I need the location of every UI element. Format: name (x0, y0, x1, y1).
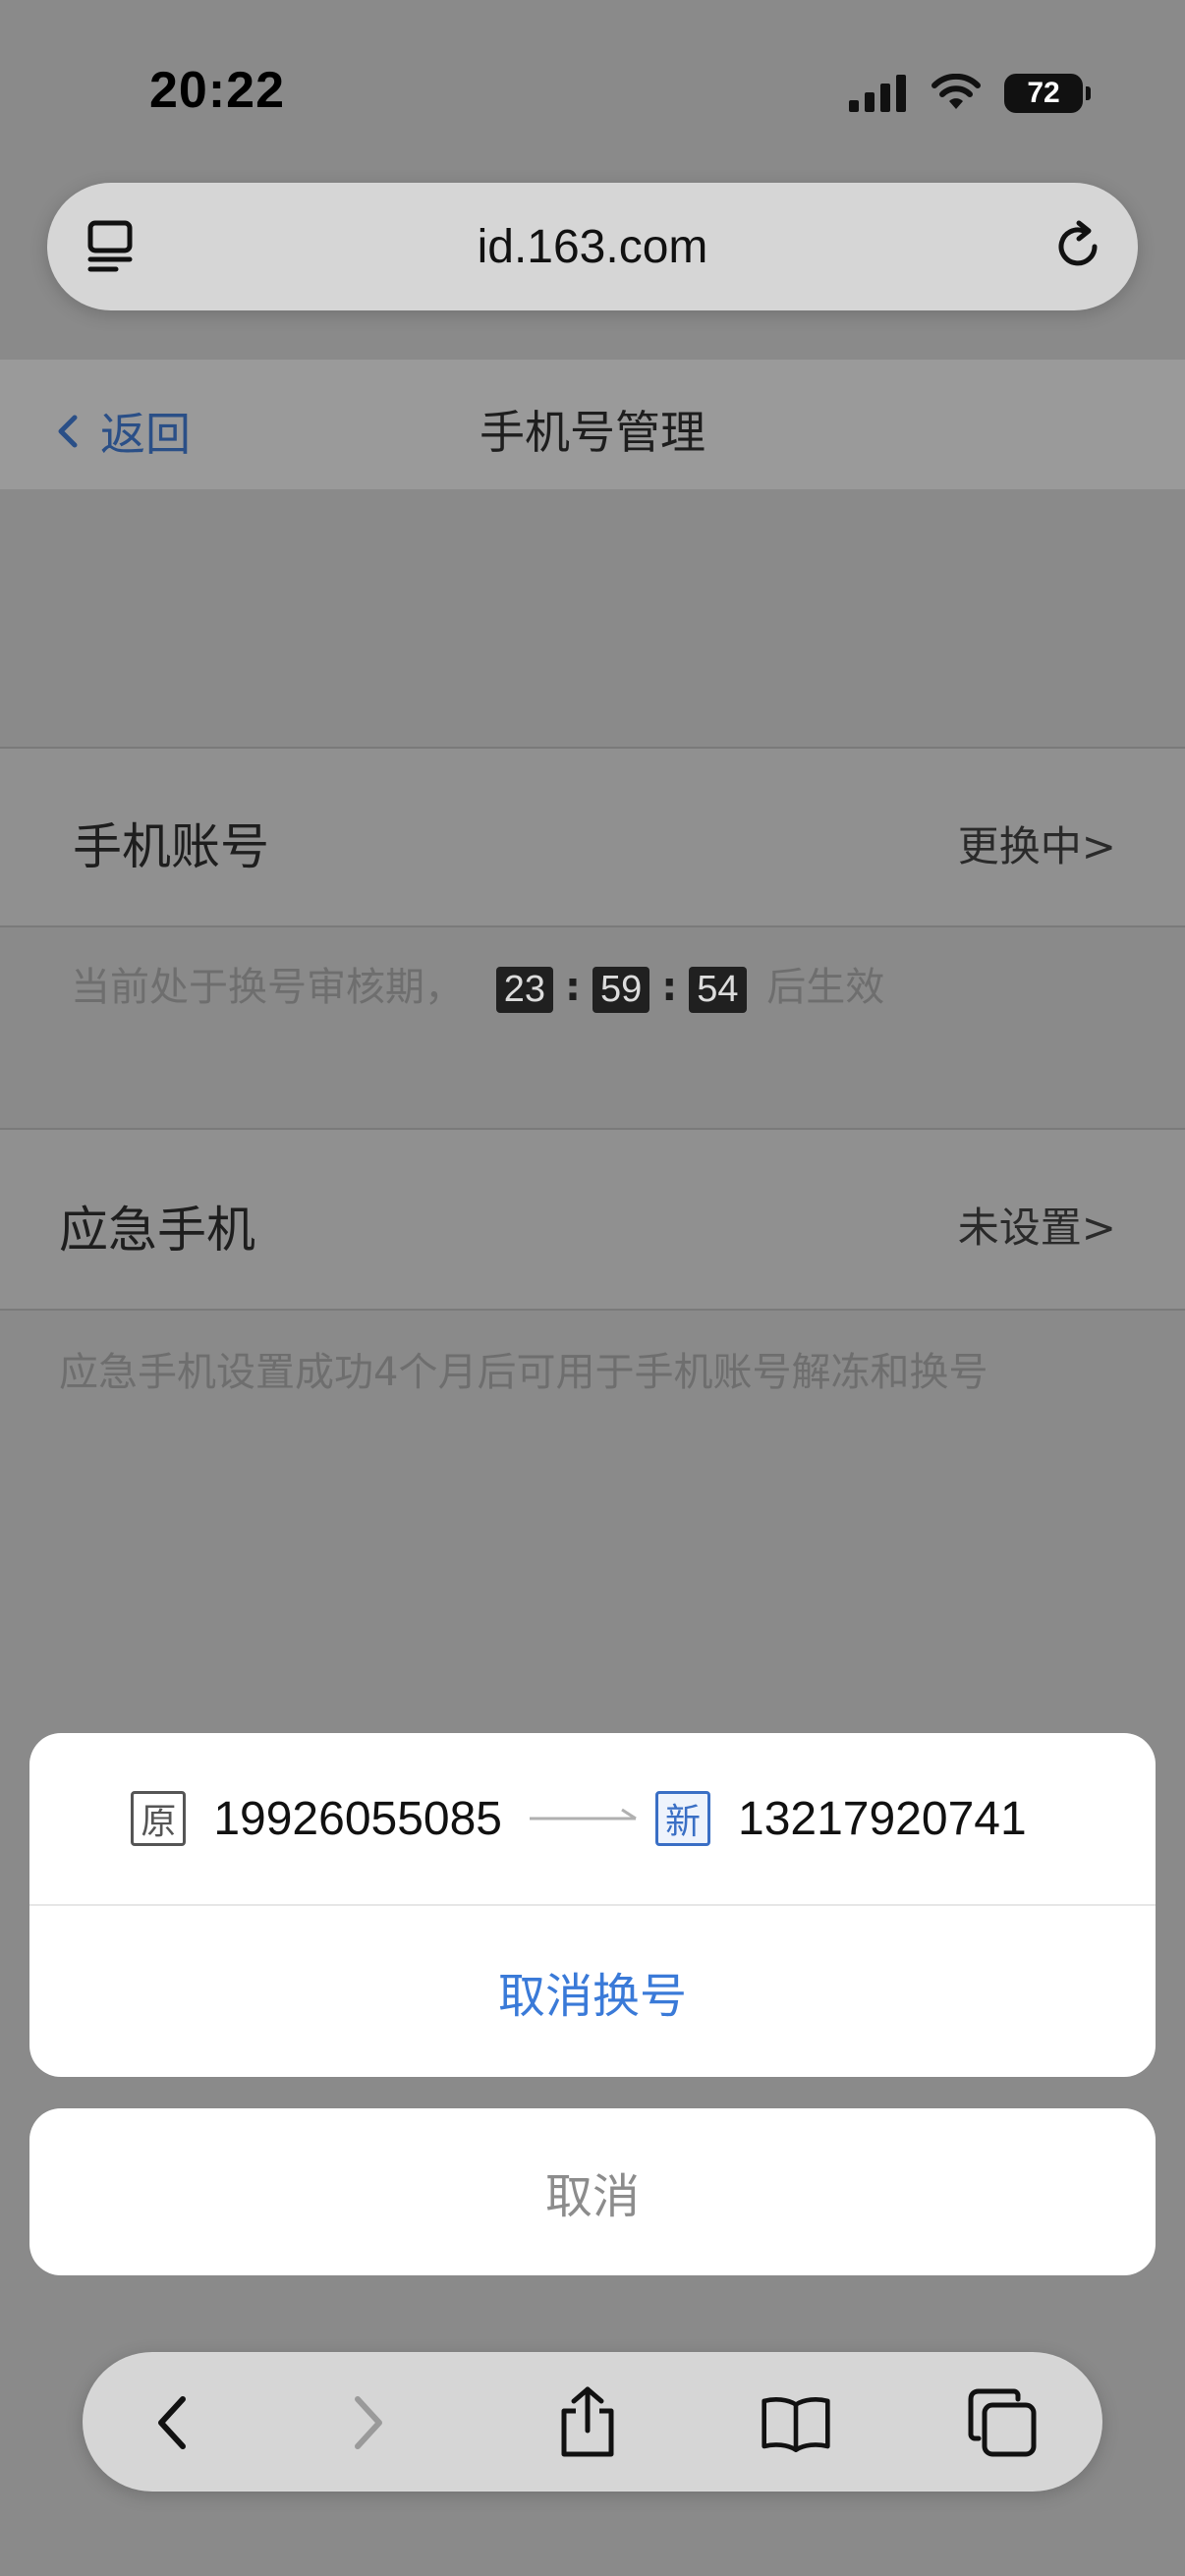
divider (0, 1309, 1185, 1311)
new-phone-number: 13217920741 (738, 1792, 1027, 1845)
browser-toolbar (83, 2352, 1102, 2492)
cancel-button[interactable]: 取消 (29, 2108, 1156, 2275)
book-icon (762, 2397, 830, 2452)
timer-separator: : (565, 965, 581, 1010)
emergency-phone-row[interactable]: 应急手机 未设置> (0, 1130, 1185, 1309)
tabs-icon (968, 2388, 1037, 2457)
new-tag: 新 (655, 1791, 710, 1846)
reader-icon[interactable] (86, 220, 138, 273)
forward-nav-button[interactable] (334, 2387, 405, 2458)
phone-account-status[interactable]: 更换中> (958, 813, 1116, 873)
status-icons: 72 (849, 69, 1091, 118)
share-button[interactable] (552, 2386, 623, 2458)
timer-seconds: 54 (689, 966, 747, 1013)
reload-icon[interactable] (1051, 220, 1104, 273)
chevron-right-icon (355, 2396, 382, 2449)
timer-separator: : (661, 965, 678, 1010)
cellular-signal-icon (849, 75, 906, 112)
share-icon (561, 2386, 614, 2457)
old-tag: 原 (131, 1791, 187, 1846)
status-time: 20:22 (149, 62, 285, 119)
wifi-icon (931, 74, 981, 109)
nav-header: 返回 手机号管理 (0, 360, 1185, 489)
url-text[interactable]: id.163.com (478, 220, 708, 274)
phone-account-hint: 当前处于换号审核期， 23:59:54 后生效 (71, 955, 884, 1013)
emergency-phone-label: 应急手机 (59, 1202, 255, 1259)
arrow-right-icon (530, 1808, 637, 1820)
chevron-left-icon (158, 2396, 186, 2449)
address-bar[interactable]: id.163.com (47, 183, 1138, 310)
battery-level: 72 (1027, 77, 1060, 109)
cancel-sheet: 取消 (29, 2108, 1156, 2275)
phone-account-row[interactable]: 手机账号 更换中> (0, 749, 1185, 925)
number-change-summary: 原 19926055085 新 13217920741 (29, 1733, 1156, 1906)
emergency-phone-hint: 应急手机设置成功4个月后可用于手机账号解冻和换号 (59, 1350, 988, 1395)
bookmarks-button[interactable] (761, 2387, 831, 2458)
hint-prefix: 当前处于换号审核期， (71, 965, 464, 1010)
hint-suffix: 后生效 (766, 965, 885, 1010)
battery-icon: 72 (1004, 74, 1091, 113)
emergency-phone-status[interactable]: 未设置> (958, 1195, 1116, 1255)
old-phone-number: 19926055085 (213, 1792, 502, 1845)
back-nav-button[interactable] (136, 2387, 206, 2458)
divider (0, 925, 1185, 927)
phone-account-label: 手机账号 (73, 818, 269, 875)
cancel-change-button[interactable]: 取消换号 (29, 1906, 1156, 2077)
page-title: 手机号管理 (480, 406, 705, 459)
timer-minutes: 59 (592, 966, 650, 1013)
action-sheet: 原 19926055085 新 13217920741 取消换号 (29, 1733, 1156, 2077)
tabs-button[interactable] (967, 2387, 1038, 2458)
timer-hours: 23 (495, 966, 553, 1013)
